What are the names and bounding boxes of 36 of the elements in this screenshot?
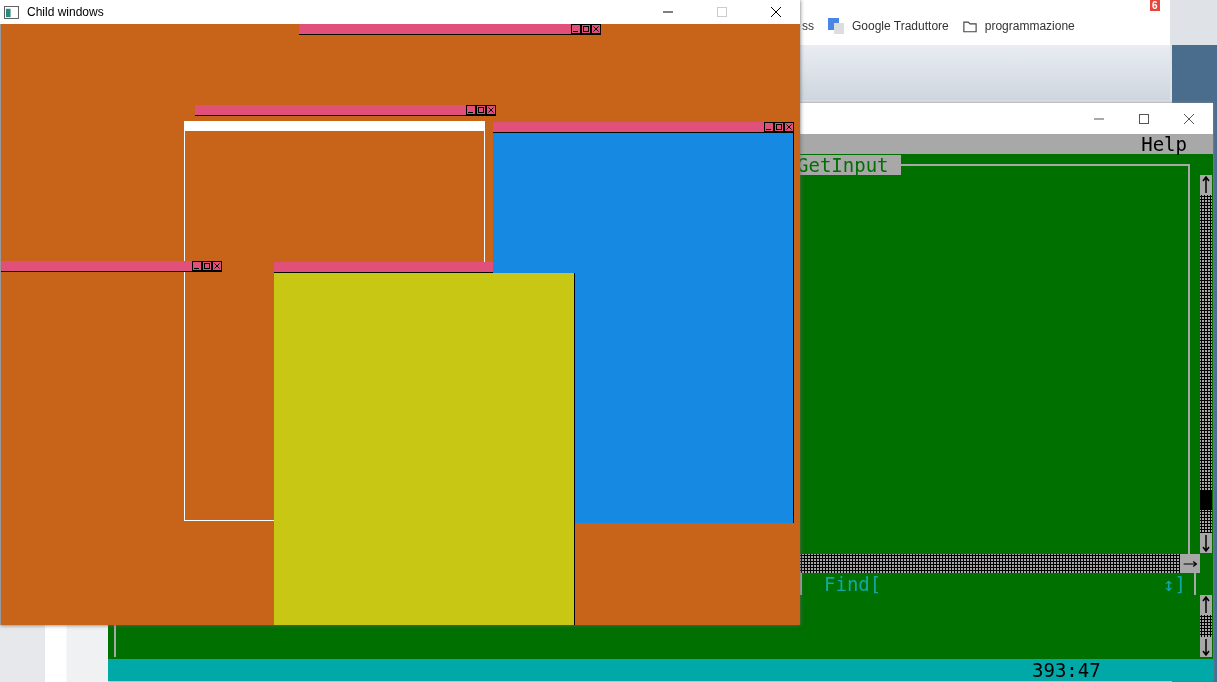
minimize-icon[interactable] <box>571 24 581 34</box>
right-arrow-icon[interactable] <box>1182 558 1198 569</box>
child-title-bar[interactable] <box>1 261 222 272</box>
child-title-bar[interactable] <box>274 262 493 273</box>
up-arrow-icon[interactable] <box>1200 595 1212 615</box>
window-title: Child windows <box>27 5 104 19</box>
cursor-position: 393:47 <box>1032 659 1101 681</box>
notification-badge: 6 <box>1150 0 1160 11</box>
up-arrow-icon[interactable] <box>1200 175 1212 195</box>
horizontal-scrollbar[interactable] <box>800 554 1200 573</box>
menu-item[interactable]: Help <box>1141 134 1187 154</box>
maximize-icon[interactable] <box>581 24 591 34</box>
child-title-bar[interactable] <box>299 24 601 35</box>
maximize-icon[interactable] <box>774 122 784 132</box>
maximize-icon[interactable] <box>1138 112 1150 125</box>
vertical-scrollbar[interactable] <box>1200 175 1212 553</box>
translate-icon <box>828 18 844 34</box>
bookmark-link[interactable]: Google Traduttore <box>828 18 949 34</box>
vertical-scrollbar[interactable] <box>1200 595 1212 657</box>
child-title-bar[interactable] <box>493 122 794 133</box>
maximize-icon[interactable] <box>476 105 486 115</box>
down-arrow-icon[interactable] <box>1200 533 1212 553</box>
bookmark-link[interactable]: programmazione <box>962 19 1075 33</box>
down-arrow-icon[interactable] <box>1200 637 1212 657</box>
window-icon <box>4 5 19 19</box>
minimize-icon[interactable] <box>466 105 476 115</box>
minimize-icon[interactable] <box>764 122 774 132</box>
close-icon[interactable] <box>770 6 782 18</box>
folder-icon <box>962 19 977 33</box>
close-icon[interactable] <box>1183 112 1195 125</box>
maximize-icon[interactable] <box>202 261 212 271</box>
minimize-icon[interactable] <box>192 261 202 271</box>
find-label: Find[ <box>824 573 882 595</box>
scroll-thumb[interactable] <box>1200 490 1212 510</box>
child-title-bar[interactable] <box>195 105 496 116</box>
bookmark-link[interactable]: ss <box>802 19 814 33</box>
